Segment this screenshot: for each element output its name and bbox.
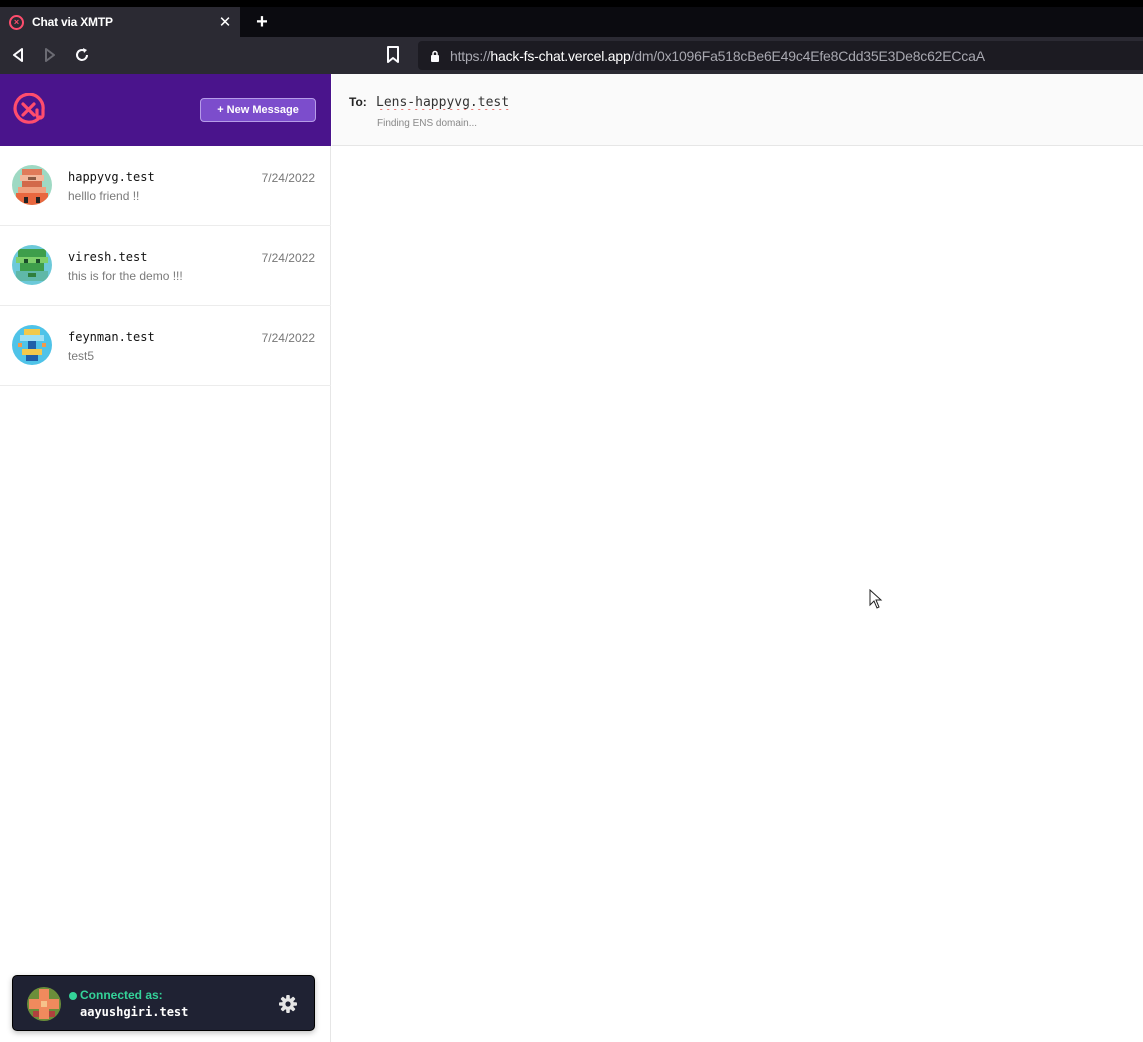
connection-status-label: Connected as: — [80, 988, 163, 1002]
sidebar: + New Message happyvg.test helllo friend… — [0, 74, 331, 1042]
user-avatar — [27, 987, 61, 1021]
browser-tab[interactable]: × Chat via XMTP ✕ — [0, 7, 240, 37]
xmtp-logo-icon — [13, 93, 45, 124]
navigation-bar: https://hack-fs-chat.vercel.app/dm/0x109… — [0, 37, 1143, 74]
xmtp-favicon-icon: × — [9, 14, 24, 30]
ens-lookup-hint: Finding ENS domain... — [377, 118, 478, 129]
tab-title: Chat via XMTP — [32, 15, 113, 29]
url-text: https://hack-fs-chat.vercel.app/dm/0x109… — [450, 47, 985, 64]
conversation-list: happyvg.test helllo friend !! 7/24/2022 … — [0, 146, 331, 386]
window-top-strip — [0, 0, 1143, 7]
back-icon[interactable] — [8, 45, 28, 65]
conversation-date: 7/24/2022 — [261, 331, 315, 345]
mouse-cursor-icon — [869, 589, 883, 609]
avatar — [12, 325, 52, 365]
close-tab-icon[interactable]: ✕ — [216, 13, 234, 31]
conversation-item[interactable]: viresh.test this is for the demo !!! 7/2… — [0, 226, 331, 306]
new-message-button[interactable]: + New Message — [200, 98, 316, 122]
recipient-header: To: Finding ENS domain... — [332, 74, 1143, 146]
bookmark-icon[interactable] — [386, 46, 400, 64]
brand-header: + New Message — [0, 74, 331, 146]
conversation-name: happyvg.test — [68, 170, 155, 184]
forward-icon[interactable] — [40, 45, 60, 65]
conversation-name: feynman.test — [68, 330, 155, 344]
conversation-preview: test5 — [68, 349, 95, 363]
conversation-name: viresh.test — [68, 250, 148, 264]
conversation-date: 7/24/2022 — [261, 251, 315, 265]
connected-status-dot — [69, 992, 77, 1000]
conversation-panel: To: Finding ENS domain... — [332, 74, 1143, 1042]
recipient-input[interactable] — [376, 92, 876, 112]
conversation-preview: helllo friend !! — [68, 189, 140, 203]
reload-icon[interactable] — [72, 45, 92, 65]
avatar — [12, 245, 52, 285]
user-status-bar: Connected as: aayushgiri.test — [12, 975, 315, 1031]
to-label: To: — [349, 95, 367, 109]
lock-icon — [431, 50, 439, 62]
gear-icon[interactable] — [278, 994, 298, 1014]
conversation-item[interactable]: feynman.test test5 7/24/2022 — [0, 306, 331, 386]
conversation-item[interactable]: happyvg.test helllo friend !! 7/24/2022 — [0, 146, 331, 226]
new-tab-icon[interactable]: + — [252, 11, 272, 33]
conversation-preview: this is for the demo !!! — [68, 269, 183, 283]
conversation-date: 7/24/2022 — [261, 171, 315, 185]
address-bar[interactable]: https://hack-fs-chat.vercel.app/dm/0x109… — [418, 41, 1143, 70]
tab-bar: × Chat via XMTP ✕ + — [0, 7, 1143, 37]
avatar — [12, 165, 52, 205]
connected-user-name: aayushgiri.test — [80, 1005, 189, 1019]
